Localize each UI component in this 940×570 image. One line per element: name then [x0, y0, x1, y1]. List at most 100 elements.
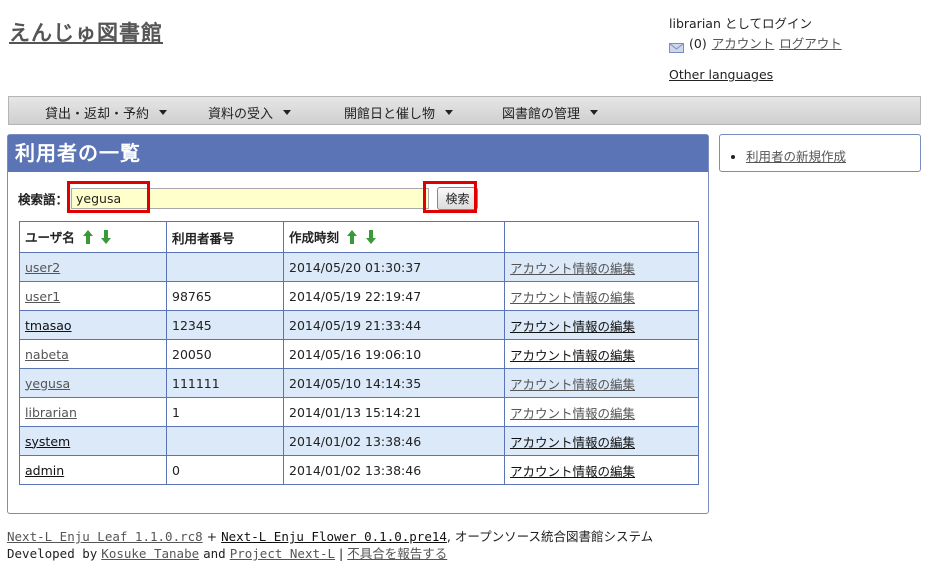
logout-link[interactable]: ログアウト [779, 34, 842, 54]
created-at-cell: 2014/05/10 14:14:35 [283, 368, 505, 398]
edit-account-link[interactable]: アカウント情報の編集 [510, 377, 635, 392]
username-cell: user1 [19, 281, 167, 311]
sort-ascending-icon[interactable] [83, 230, 94, 247]
table-header-row: ユーザ名 利用者番号 作成時刻 [19, 221, 699, 253]
user-number-cell: 20050 [166, 339, 284, 369]
menu-label: 貸出・返却・予約 [45, 107, 150, 122]
sort-descending-icon[interactable] [365, 230, 376, 247]
table-row: librarian 1 2014/01/13 15:14:21 アカウント情報の… [19, 397, 699, 427]
edit-account-link[interactable]: アカウント情報の編集 [510, 290, 635, 305]
table-row: system 2014/01/02 13:38:46 アカウント情報の編集 [19, 426, 699, 456]
account-link[interactable]: アカウント [712, 34, 775, 54]
message-count: (0) [689, 36, 707, 51]
footer: Next-L Enju Leaf 1.1.0.rc8 + Next-L Enju… [7, 528, 653, 562]
menu-label: 図書館の管理 [502, 107, 581, 122]
sort-ascending-icon[interactable] [347, 230, 358, 247]
menu-label: 資料の受入 [208, 107, 274, 122]
footer-plus: + [206, 529, 218, 544]
author-link[interactable]: Kosuke Tanabe [101, 546, 199, 561]
action-cell: アカウント情報の編集 [504, 368, 699, 398]
username-link[interactable]: user1 [25, 289, 60, 304]
user-table: ユーザ名 利用者番号 作成時刻 user2 2014/05/20 01:30:3… [19, 221, 699, 485]
created-at-cell: 2014/05/20 01:30:37 [283, 252, 505, 282]
user-number-cell: 98765 [166, 281, 284, 311]
username-link[interactable]: nabeta [25, 347, 69, 362]
username-link[interactable]: admin [25, 463, 64, 478]
menu-label: 開館日と催し物 [344, 107, 436, 122]
username-cell: yegusa [19, 368, 167, 398]
sort-descending-icon[interactable] [101, 230, 112, 247]
chevron-down-icon [159, 110, 168, 115]
user-number-cell: 1 [166, 397, 284, 427]
action-cell: アカウント情報の編集 [504, 252, 699, 282]
table-row: user1 98765 2014/05/19 22:19:47 アカウント情報の… [19, 281, 699, 311]
username-link[interactable]: system [25, 434, 70, 449]
mail-icon[interactable] [669, 39, 684, 53]
sidebar-panel: 利用者の新規作成 [719, 134, 921, 172]
login-box: librarian としてログイン (0) アカウント ログアウト [669, 14, 842, 54]
edit-account-link[interactable]: アカウント情報の編集 [510, 464, 635, 479]
user-number-cell [166, 426, 284, 456]
column-label: 作成時刻 [289, 230, 340, 245]
action-cell: アカウント情報の編集 [504, 426, 699, 456]
edit-account-link[interactable]: アカウント情報の編集 [510, 435, 635, 450]
username-link[interactable]: librarian [25, 405, 77, 420]
table-row: nabeta 20050 2014/05/16 19:06:10 アカウント情報… [19, 339, 699, 369]
page-title: 利用者の一覧 [8, 135, 708, 172]
created-at-cell: 2014/01/02 13:38:46 [283, 426, 505, 456]
username-link[interactable]: tmasao [25, 318, 72, 333]
report-bug-link[interactable]: 不具合を報告する [347, 546, 447, 561]
chevron-down-icon [283, 110, 292, 115]
sidebar-item-new-user: 利用者の新規作成 [746, 146, 846, 165]
username-cell: system [19, 426, 167, 456]
user-number-cell: 111111 [166, 368, 284, 398]
edit-account-link[interactable]: アカウント情報の編集 [510, 261, 635, 276]
column-label: ユーザ名 [25, 230, 75, 245]
created-at-cell: 2014/05/19 21:33:44 [283, 310, 505, 340]
username-cell: nabeta [19, 339, 167, 369]
created-at-cell: 2014/05/19 22:19:47 [283, 281, 505, 311]
menu-events[interactable]: 開館日と催し物 [344, 103, 454, 122]
table-row: yegusa 111111 2014/05/10 14:14:35 アカウント情… [19, 368, 699, 398]
enju-flower-link[interactable]: Next-L Enju Flower 0.1.0.pre14 [221, 529, 447, 544]
edit-account-link[interactable]: アカウント情報の編集 [510, 348, 635, 363]
action-cell: アカウント情報の編集 [504, 455, 699, 485]
column-header-actions [504, 221, 699, 253]
column-header-number: 利用者番号 [166, 221, 284, 253]
site-title-link[interactable]: えんじゅ図書館 [9, 17, 163, 47]
menu-acquisition[interactable]: 資料の受入 [208, 103, 292, 122]
column-header-username: ユーザ名 [19, 221, 167, 253]
project-link[interactable]: Project Next-L [230, 546, 335, 561]
table-row: admin 0 2014/01/02 13:38:46 アカウント情報の編集 [19, 455, 699, 485]
menu-administration[interactable]: 図書館の管理 [502, 103, 599, 122]
other-languages: Other languages [669, 67, 773, 82]
footer-line-2: Developed by Kosuke Tanabe and Project N… [7, 545, 653, 562]
edit-account-link[interactable]: アカウント情報の編集 [510, 406, 635, 421]
sidebar-list: 利用者の新規作成 [720, 146, 846, 165]
other-languages-link[interactable]: Other languages [669, 67, 773, 82]
search-input-highlight [67, 181, 150, 213]
table-row: tmasao 12345 2014/05/19 21:33:44 アカウント情報… [19, 310, 699, 340]
username-link[interactable]: yegusa [25, 376, 70, 391]
footer-separator: | [339, 546, 344, 561]
table-row: user2 2014/05/20 01:30:37 アカウント情報の編集 [19, 252, 699, 282]
search-label: 検索語： [18, 192, 69, 207]
username-cell: user2 [19, 252, 167, 282]
chevron-down-icon [590, 110, 599, 115]
action-cell: アカウント情報の編集 [504, 310, 699, 340]
footer-line-1: Next-L Enju Leaf 1.1.0.rc8 + Next-L Enju… [7, 528, 653, 545]
created-at-cell: 2014/01/02 13:38:46 [283, 455, 505, 485]
action-cell: アカウント情報の編集 [504, 281, 699, 311]
edit-account-link[interactable]: アカウント情報の編集 [510, 319, 635, 334]
main-menu-bar: 貸出・返却・予約 資料の受入 開館日と催し物 図書館の管理 [8, 96, 921, 125]
user-number-cell: 0 [166, 455, 284, 485]
enju-leaf-link[interactable]: Next-L Enju Leaf 1.1.0.rc8 [7, 529, 203, 544]
username-link[interactable]: user2 [25, 260, 60, 275]
login-status: librarian としてログイン [669, 16, 812, 31]
action-cell: アカウント情報の編集 [504, 339, 699, 369]
user-number-cell: 12345 [166, 310, 284, 340]
column-header-created: 作成時刻 [283, 221, 505, 253]
new-user-link[interactable]: 利用者の新規作成 [746, 149, 846, 164]
menu-circulation[interactable]: 貸出・返却・予約 [45, 103, 168, 122]
action-cell: アカウント情報の編集 [504, 397, 699, 427]
